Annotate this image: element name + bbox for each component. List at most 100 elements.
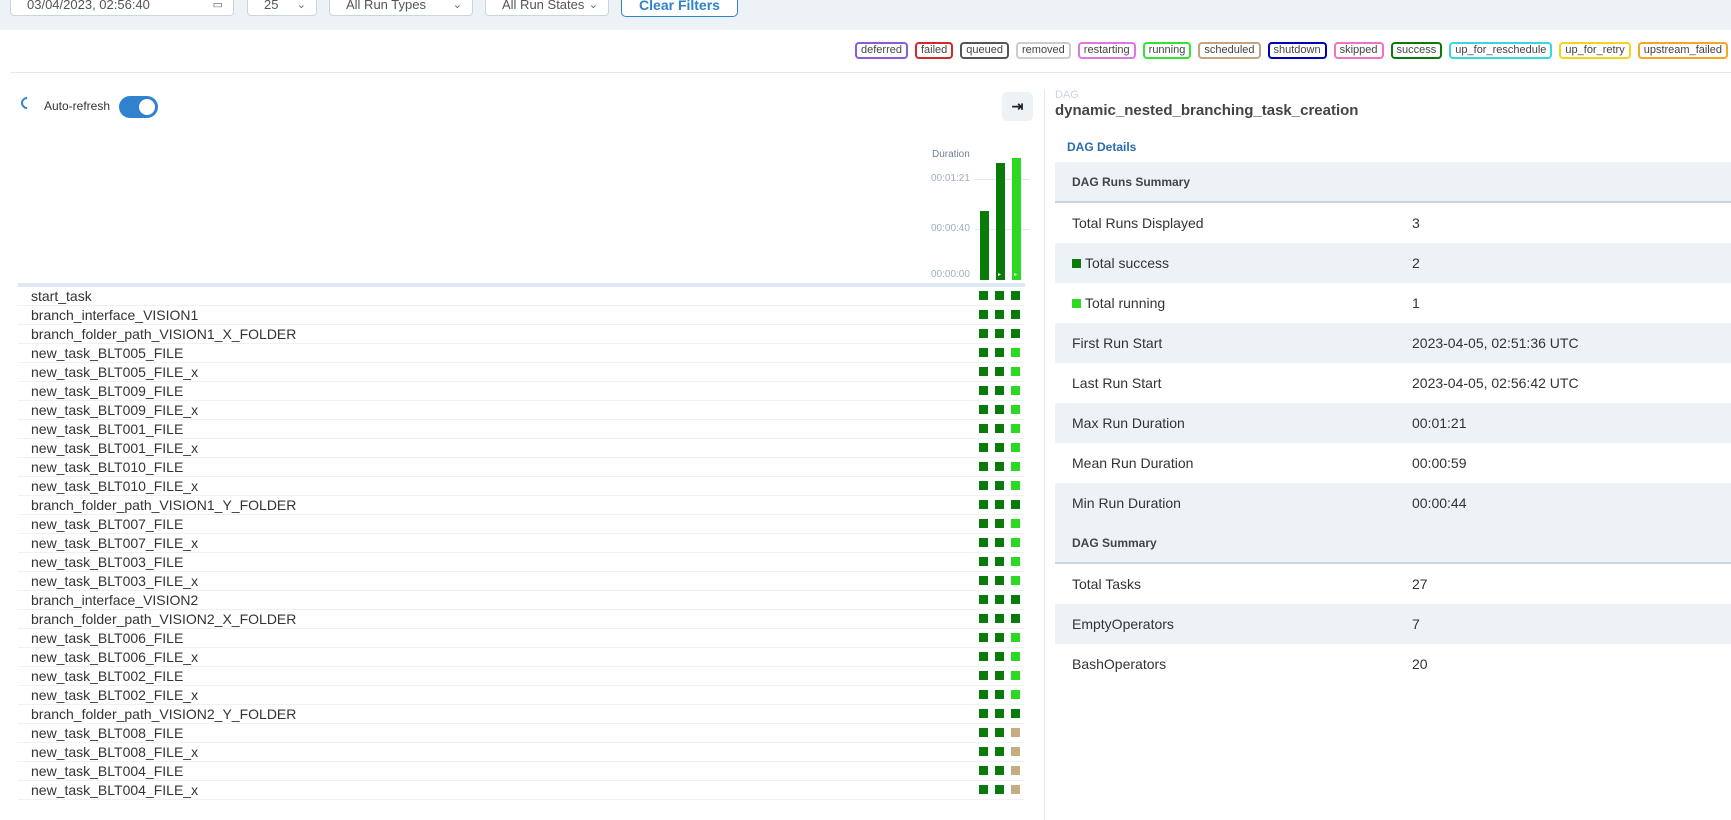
task-name[interactable]: branch_folder_path_VISION1_X_FOLDER [31, 326, 296, 342]
task-row[interactable]: new_task_BLT008_FILE [18, 724, 1025, 743]
task-name[interactable]: branch_interface_VISION1 [31, 307, 198, 323]
task-instance-running[interactable] [1011, 690, 1020, 699]
task-instance-success[interactable] [995, 633, 1004, 642]
task-instance-success[interactable] [979, 519, 988, 528]
task-instance-success[interactable] [979, 348, 988, 357]
task-instance-success[interactable] [979, 709, 988, 718]
task-row[interactable]: new_task_BLT009_FILE [18, 382, 1025, 401]
task-instance-success[interactable] [979, 652, 988, 661]
task-instance-running[interactable] [1011, 443, 1020, 452]
run-state-select[interactable]: All Run States ⌄ [485, 0, 609, 16]
task-row[interactable]: new_task_BLT004_FILE [18, 762, 1025, 781]
task-instance-success[interactable] [979, 747, 988, 756]
task-instance-running[interactable] [1011, 576, 1020, 585]
task-row[interactable]: branch_interface_VISION2 [18, 591, 1025, 610]
task-name[interactable]: new_task_BLT003_FILE [31, 554, 183, 570]
task-instance-success[interactable] [979, 500, 988, 509]
task-name[interactable]: branch_folder_path_VISION2_X_FOLDER [31, 611, 296, 627]
task-instance-success[interactable] [995, 386, 1004, 395]
task-name[interactable]: new_task_BLT002_FILE_x [31, 687, 198, 703]
task-instance-success[interactable] [1011, 709, 1020, 718]
task-instance-success[interactable] [995, 443, 1004, 452]
task-instance-success[interactable] [995, 785, 1004, 794]
execution-date-input[interactable]: 03/04/2023, 02:56:40 ▭ [10, 0, 234, 16]
task-instance-success[interactable] [979, 386, 988, 395]
task-row[interactable]: new_task_BLT003_FILE [18, 553, 1025, 572]
task-name[interactable]: new_task_BLT009_FILE_x [31, 402, 198, 418]
task-instance-success[interactable] [995, 690, 1004, 699]
task-instance-success[interactable] [995, 519, 1004, 528]
task-name[interactable]: branch_folder_path_VISION2_Y_FOLDER [31, 706, 296, 722]
task-name[interactable]: new_task_BLT006_FILE_x [31, 649, 198, 665]
task-instance-running[interactable] [1011, 386, 1020, 395]
task-instance-success[interactable] [995, 462, 1004, 471]
task-row[interactable]: new_task_BLT007_FILE_x [18, 534, 1025, 553]
task-instance-success[interactable] [1011, 595, 1020, 604]
task-instance-running[interactable] [1011, 348, 1020, 357]
task-instance-running[interactable] [1011, 424, 1020, 433]
task-name[interactable]: new_task_BLT007_FILE_x [31, 535, 198, 551]
task-row[interactable]: new_task_BLT001_FILE [18, 420, 1025, 439]
task-row[interactable]: branch_folder_path_VISION1_Y_FOLDER [18, 496, 1025, 515]
task-instance-success[interactable] [995, 595, 1004, 604]
task-instance-success[interactable] [979, 291, 988, 300]
task-name[interactable]: branch_folder_path_VISION1_Y_FOLDER [31, 497, 296, 513]
task-instance-success[interactable] [995, 291, 1004, 300]
legend-chip-success[interactable]: success [1390, 42, 1443, 59]
task-name[interactable]: branch_interface_VISION2 [31, 592, 198, 608]
task-instance-running[interactable] [1011, 671, 1020, 680]
legend-chip-running[interactable]: running [1142, 42, 1192, 59]
task-name[interactable]: new_task_BLT006_FILE [31, 630, 183, 646]
task-instance-success[interactable] [995, 329, 1004, 338]
task-name[interactable]: new_task_BLT007_FILE [31, 516, 183, 532]
task-row[interactable]: new_task_BLT005_FILE_x [18, 363, 1025, 382]
auto-refresh-toggle[interactable] [119, 96, 158, 118]
task-row[interactable]: new_task_BLT002_FILE_x [18, 686, 1025, 705]
legend-chip-restarting[interactable]: restarting [1077, 42, 1136, 59]
task-instance-running[interactable] [1011, 538, 1020, 547]
task-instance-success[interactable] [979, 405, 988, 414]
task-instance-success[interactable] [979, 443, 988, 452]
task-instance-running[interactable] [1011, 462, 1020, 471]
task-instance-success[interactable] [995, 481, 1004, 490]
task-row[interactable]: branch_folder_path_VISION1_X_FOLDER [18, 325, 1025, 344]
task-instance-success[interactable] [979, 329, 988, 338]
task-instance-success[interactable] [979, 785, 988, 794]
task-row[interactable]: branch_folder_path_VISION2_Y_FOLDER [18, 705, 1025, 724]
task-instance-success[interactable] [995, 766, 1004, 775]
task-row[interactable]: new_task_BLT006_FILE [18, 629, 1025, 648]
duration-bar[interactable] [980, 211, 989, 280]
task-instance-success[interactable] [995, 557, 1004, 566]
task-row[interactable]: new_task_BLT009_FILE_x [18, 401, 1025, 420]
task-instance-success[interactable] [995, 310, 1004, 319]
task-instance-running[interactable] [1011, 481, 1020, 490]
task-name[interactable]: new_task_BLT004_FILE_x [31, 782, 198, 798]
duration-bar[interactable]: ▸ [1012, 158, 1021, 280]
run-type-select[interactable]: All Run Types ⌄ [329, 0, 473, 16]
legend-chip-shutdown[interactable]: shutdown [1267, 42, 1327, 59]
task-name[interactable]: new_task_BLT003_FILE_x [31, 573, 198, 589]
duration-bar[interactable]: ▸ [996, 163, 1005, 280]
task-instance-success[interactable] [979, 310, 988, 319]
task-name[interactable]: new_task_BLT004_FILE [31, 763, 183, 779]
clear-filters-button[interactable]: Clear Filters [621, 0, 738, 17]
task-name[interactable]: new_task_BLT002_FILE [31, 668, 183, 684]
task-row[interactable]: new_task_BLT007_FILE [18, 515, 1025, 534]
task-row[interactable]: new_task_BLT001_FILE_x [18, 439, 1025, 458]
legend-chip-removed[interactable]: removed [1016, 42, 1071, 59]
task-instance-running[interactable] [1011, 557, 1020, 566]
task-instance-scheduled[interactable] [1011, 785, 1020, 794]
task-row[interactable]: new_task_BLT003_FILE_x [18, 572, 1025, 591]
task-name[interactable]: new_task_BLT009_FILE [31, 383, 183, 399]
task-instance-success[interactable] [1011, 329, 1020, 338]
task-instance-success[interactable] [979, 728, 988, 737]
task-row[interactable]: new_task_BLT006_FILE_x [18, 648, 1025, 667]
task-name[interactable]: new_task_BLT001_FILE [31, 421, 183, 437]
task-name[interactable]: new_task_BLT001_FILE_x [31, 440, 198, 456]
task-instance-running[interactable] [1011, 519, 1020, 528]
task-name[interactable]: new_task_BLT010_FILE [31, 459, 183, 475]
task-row[interactable]: new_task_BLT005_FILE [18, 344, 1025, 363]
task-instance-success[interactable] [995, 747, 1004, 756]
legend-chip-deferred[interactable]: deferred [855, 42, 908, 59]
task-instance-running[interactable] [1011, 633, 1020, 642]
